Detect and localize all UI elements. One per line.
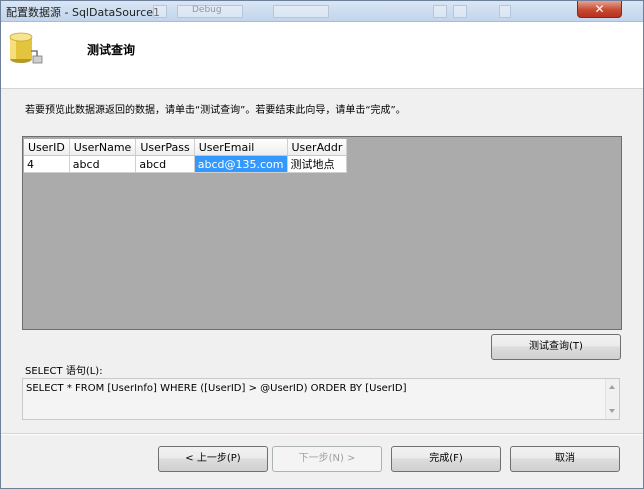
sql-text: SELECT * FROM [UserInfo] WHERE ([UserID]… [26, 383, 407, 394]
selected-table-cell[interactable]: abcd@135.com [194, 155, 288, 173]
background-dropdown-2 [273, 5, 329, 18]
table-cell[interactable]: abcd [69, 155, 137, 173]
test-query-button[interactable]: 测试查询(T) [491, 334, 621, 360]
window-title: 配置数据源 - SqlDataSource1 [6, 6, 161, 19]
column-header[interactable]: UserID [24, 139, 70, 156]
column-header[interactable]: UserEmail [194, 139, 288, 156]
step-title: 测试查询 [87, 43, 136, 57]
column-header[interactable]: UserAddr [287, 139, 348, 156]
background-toolbar-icon-2 [433, 5, 447, 18]
background-toolbar-icon [153, 5, 167, 18]
close-icon: ✕ [594, 2, 605, 16]
next-button[interactable]: 下一步(N) > [272, 446, 382, 472]
column-header[interactable]: UserName [69, 139, 137, 156]
prev-button[interactable]: < 上一步(P) [158, 446, 268, 472]
instruction-text: 若要预览此数据源返回的数据，请单击“测试查询”。若要结束此向导，请单击“完成”。 [25, 105, 406, 116]
table-cell[interactable]: abcd [135, 155, 195, 173]
scroll-up-icon[interactable] [609, 385, 615, 389]
background-toolbar-icon-4 [499, 5, 511, 18]
table-cell[interactable]: 测试地点 [287, 155, 348, 173]
finish-button[interactable]: 完成(F) [391, 446, 501, 472]
table-cell[interactable]: 4 [24, 155, 70, 173]
cancel-button[interactable]: 取消 [510, 446, 620, 472]
column-header[interactable]: UserPass [135, 139, 195, 156]
sql-scrollbar[interactable] [605, 379, 619, 419]
header-row: UserID UserName UserPass UserEmail UserA… [24, 139, 348, 156]
background-toolbar-icon-3 [453, 5, 467, 18]
wizard-header: 测试查询 [1, 22, 643, 89]
sql-textbox[interactable]: SELECT * FROM [UserInfo] WHERE ([UserID]… [22, 378, 620, 420]
sql-label: SELECT 语句(L): [25, 366, 103, 377]
scroll-down-icon[interactable] [609, 409, 615, 413]
background-debug-text: Debug [192, 5, 222, 15]
table-row[interactable]: 4 abcd abcd abcd@135.com 测试地点 [24, 155, 348, 173]
results-grid[interactable]: UserID UserName UserPass UserEmail UserA… [22, 136, 622, 330]
close-button[interactable]: ✕ [577, 1, 622, 18]
wizard-window: 配置数据源 - SqlDataSource1 Debug ✕ 测试查询 若要预览… [0, 0, 644, 489]
title-bar[interactable]: 配置数据源 - SqlDataSource1 Debug ✕ [1, 1, 643, 22]
footer-divider [1, 433, 643, 435]
database-icon [9, 32, 43, 64]
results-table: UserID UserName UserPass UserEmail UserA… [24, 139, 348, 173]
